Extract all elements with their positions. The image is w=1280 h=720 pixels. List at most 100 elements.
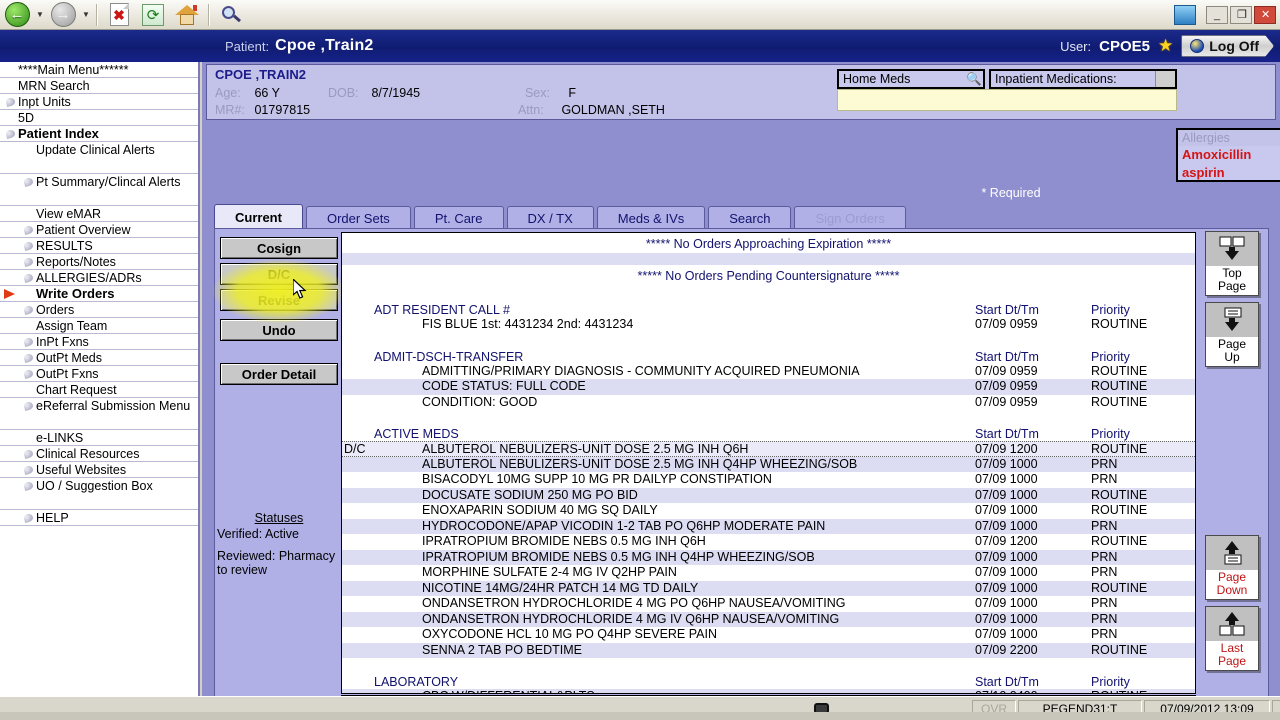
sidebar-item-reports-notes[interactable]: Reports/Notes	[0, 254, 198, 270]
sidebar-item-pt-summary-clincal-alerts[interactable]: Pt Summary/Clincal Alerts	[0, 174, 198, 206]
statuses-title: Statuses	[254, 511, 304, 525]
close-button[interactable]: ✕	[1254, 6, 1276, 24]
tab-search[interactable]: Search	[708, 206, 792, 230]
column-header-priority: Priority	[1091, 303, 1130, 317]
tab-order-sets[interactable]: Order Sets	[305, 206, 411, 230]
attn-value: GOLDMAN ,SETH	[561, 103, 665, 117]
table-row[interactable]: ALBUTEROL NEBULIZERS-UNIT DOSE 2.5 MG IN…	[342, 456, 1195, 472]
sidebar-item-ereferral-submission-menu[interactable]: eReferral Submission Menu	[0, 398, 198, 430]
logoff-button[interactable]: Log Off	[1181, 35, 1274, 57]
table-row[interactable]: ONDANSETRON HYDROCHLORIDE 4 MG PO Q6HP N…	[342, 596, 1195, 612]
dc-button[interactable]: D/C	[220, 263, 338, 285]
last-page-button[interactable]: Last Page	[1205, 606, 1259, 671]
table-row[interactable]: ADMITTING/PRIMARY DIAGNOSIS - COMMUNITY …	[342, 364, 1195, 380]
sidebar-item-clinical-resources[interactable]: Clinical Resources	[0, 446, 198, 462]
sidebar-item-patient-index[interactable]: Patient Index	[0, 126, 198, 142]
table-row[interactable]: DOCUSATE SODIUM 250 MG PO BID 07/09 1000 R…	[342, 487, 1195, 504]
allergy-item[interactable]: Amoxicillin	[1178, 146, 1280, 164]
home-meds-search-icon[interactable]: 🔍	[965, 71, 983, 87]
sidebar-item-view-emar[interactable]: View eMAR	[0, 206, 198, 222]
tab-current[interactable]: Current	[214, 204, 303, 230]
favorite-star-icon[interactable]: ★	[1158, 36, 1173, 56]
table-row[interactable]: OXYCODONE HCL 10 MG PO Q4HP SEVERE PAIN 0…	[342, 627, 1195, 643]
sidebar-item-label: Assign Team	[36, 319, 108, 333]
home-meds-selector[interactable]: Home Meds 🔍	[837, 69, 985, 89]
sidebar-item-patient-overview[interactable]: Patient Overview	[0, 222, 198, 238]
table-row[interactable]: CODE STATUS: FULL CODE 07/09 0959 ROUTINE	[342, 379, 1195, 395]
forward-button[interactable]: →	[46, 1, 80, 29]
browser-toolbar: ← ▼ → ▼ ✖ ⟳ _ ❐ ✕	[0, 0, 1280, 30]
bullet-icon	[23, 224, 34, 236]
page-down-icon	[1206, 536, 1258, 570]
table-row[interactable]: FIS BLUE 1st: 4431234 2nd: 4431234 07/09 …	[342, 317, 1195, 333]
page-down-button[interactable]: Page Down	[1205, 535, 1259, 600]
order-start-datetime: 07/10 0400	[975, 689, 1091, 693]
table-row[interactable]: NICOTINE 14MG/24HR PATCH 14 MG TD DAILY 0…	[342, 580, 1195, 596]
back-history-dropdown[interactable]: ▼	[34, 1, 46, 29]
tab-meds-ivs[interactable]: Meds & IVs	[596, 206, 706, 230]
cosign-button[interactable]: Cosign	[220, 237, 338, 259]
table-row[interactable]: D/C ALBUTEROL NEBULIZERS-UNIT DOSE 2.5 MG…	[342, 441, 1195, 457]
search-button[interactable]	[214, 1, 248, 29]
orders-list[interactable]: ***** No Orders Approaching Expiration *…	[341, 232, 1196, 694]
maximize-button[interactable]: ❐	[1230, 6, 1252, 24]
table-row[interactable]: ENOXAPARIN SODIUM 40 MG SQ DAILY 07/09 10…	[342, 503, 1195, 519]
table-row[interactable]: CBC W/DIFFERENTIAL&PLTS07/10 0400ROUTINE	[342, 689, 1195, 693]
order-dc-flag	[342, 534, 370, 550]
table-row[interactable]: BISACODYL 10MG SUPP 10 MG PR DAILYP CONS…	[342, 472, 1195, 488]
order-group-name: ADT RESIDENT CALL #	[374, 303, 510, 317]
refresh-button[interactable]: ⟳	[136, 1, 170, 29]
sidebar-item-update-clinical-alerts[interactable]: Update Clinical Alerts	[0, 142, 198, 174]
sidebar-item-write-orders[interactable]: Write Orders	[0, 286, 198, 302]
sidebar-item-help[interactable]: HELP	[0, 510, 198, 526]
sidebar-item-label: HELP	[36, 511, 69, 525]
sidebar-item-uo-suggestion-box[interactable]: UO / Suggestion Box	[0, 478, 198, 510]
sidebar-item-inpt-fxns[interactable]: InPt Fxns	[0, 334, 198, 350]
table-row[interactable]: ONDANSETRON HYDROCHLORIDE 4 MG IV Q6HP N…	[342, 611, 1195, 627]
sidebar-item-label: Chart Request	[36, 383, 117, 397]
sidebar-item-outpt-meds[interactable]: OutPt Meds	[0, 350, 198, 366]
order-dc-flag	[342, 488, 370, 504]
sidebar-item-orders[interactable]: Orders	[0, 302, 198, 318]
revise-button[interactable]: Revise	[220, 289, 338, 311]
forward-history-dropdown[interactable]: ▼	[80, 1, 92, 29]
table-row[interactable]: HYDROCODONE/APAP VICODIN 1-2 TAB PO Q6HP…	[342, 518, 1195, 534]
sidebar-item-useful-websites[interactable]: Useful Websites	[0, 462, 198, 478]
undo-button[interactable]: Undo	[220, 319, 338, 341]
table-row[interactable]: IPRATROPIUM BROMIDE NEBS 0.5 MG INH Q6H 0…	[342, 534, 1195, 550]
sidebar-item-5d[interactable]: 5D	[0, 110, 198, 126]
table-row[interactable]: CONDITION: GOOD 07/09 0959 ROUTINE	[342, 395, 1195, 411]
stop-button[interactable]: ✖	[102, 1, 136, 29]
allergies-list[interactable]: Amoxicillin aspirin	[1178, 146, 1280, 180]
sidebar-item-mrn-search[interactable]: MRN Search	[0, 78, 198, 94]
inpatient-meds-dropdown-icon[interactable]	[1155, 71, 1175, 87]
page-up-button[interactable]: Page Up	[1205, 302, 1259, 367]
order-name: IPRATROPIUM BROMIDE NEBS 0.5 MG INH Q4HP…	[422, 549, 815, 564]
sidebar-item-allergies-adrs[interactable]: ALLERGIES/ADRs	[0, 270, 198, 286]
tab-dx-tx[interactable]: DX / TX	[506, 206, 594, 230]
back-button[interactable]: ←	[0, 1, 34, 29]
page-up-icon	[1206, 303, 1258, 337]
status-reviewed: Reviewed: Pharmacy to review	[217, 549, 336, 577]
sidebar-item-chart-request[interactable]: Chart Request	[0, 382, 198, 398]
bullet-icon	[23, 480, 34, 492]
sidebar-item-inpt-units[interactable]: Inpt Units	[0, 94, 198, 110]
sidebar-item-assign-team[interactable]: Assign Team	[0, 318, 198, 334]
top-page-button[interactable]: Top Page	[1205, 231, 1259, 296]
home-button[interactable]	[170, 1, 204, 29]
minimize-button[interactable]: _	[1206, 6, 1228, 24]
table-row[interactable]: IPRATROPIUM BROMIDE NEBS 0.5 MG INH Q4HP…	[342, 549, 1195, 565]
order-start-datetime: 07/09 1000	[975, 549, 1038, 564]
tab-pt-care[interactable]: Pt. Care	[413, 206, 504, 230]
sidebar-item-e-links[interactable]: e-LINKS	[0, 430, 198, 446]
table-row[interactable]: MORPHINE SULFATE 2-4 MG IV Q2HP PAIN 07/0…	[342, 565, 1195, 581]
sidebar-item-main-menu[interactable]: ****Main Menu******	[0, 62, 198, 78]
sidebar-item-outpt-fxns[interactable]: OutPt Fxns	[0, 366, 198, 382]
allergy-item[interactable]: aspirin	[1178, 164, 1280, 180]
inpatient-meds-selector[interactable]: Inpatient Medications:	[989, 69, 1177, 89]
messenger-icon[interactable]	[1174, 5, 1196, 25]
order-detail-button[interactable]: Order Detail	[220, 363, 338, 385]
table-row[interactable]: SENNA 2 TAB PO BEDTIME 07/09 2200 ROUTINE	[342, 642, 1195, 658]
sidebar-item-results[interactable]: RESULTS	[0, 238, 198, 254]
order-priority: ROUTINE	[1091, 503, 1148, 517]
